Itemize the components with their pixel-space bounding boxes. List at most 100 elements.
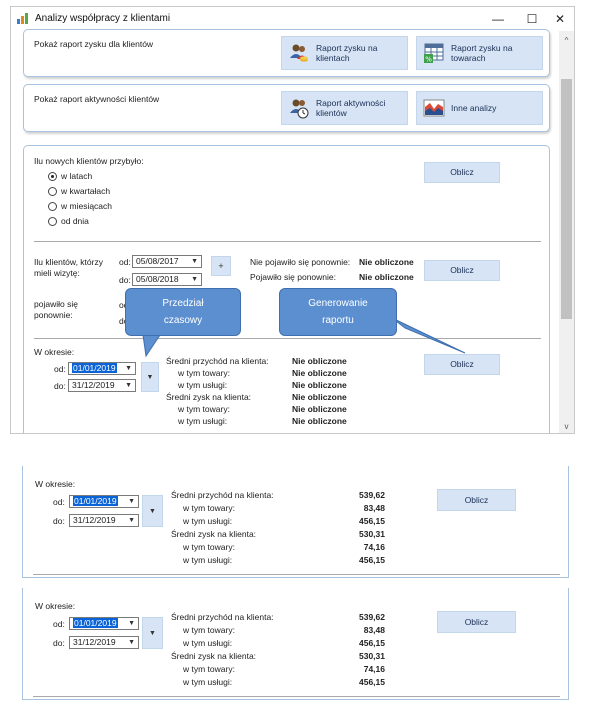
- revenue-services-value: 456,15: [359, 638, 385, 648]
- period-to-label: do:: [54, 381, 66, 391]
- divider: [34, 241, 541, 242]
- radio-years[interactable]: w latach: [48, 171, 92, 181]
- chevron-down-icon: ▼: [125, 382, 132, 389]
- generate-callout: Generowanie raportu: [279, 288, 397, 336]
- chevron-down-icon: ▼: [128, 639, 135, 646]
- other-analyses-label: Inne analizy: [451, 103, 497, 113]
- revenue-services-label: w tym usługi:: [178, 380, 228, 390]
- visits-to-date[interactable]: 05/08/2018 ▼: [132, 273, 202, 286]
- minimize-button[interactable]: —: [481, 8, 515, 30]
- period-dropdown-button[interactable]: ▼: [141, 362, 159, 392]
- radio-years-label: w latach: [61, 171, 93, 181]
- chevron-down-icon: ▼: [191, 258, 198, 265]
- period-to-date[interactable]: 31/12/2019 ▼: [69, 514, 139, 527]
- avg-profit-value: Nie obliczone: [292, 392, 347, 402]
- activity-report-panel: Pokaż raport aktywności klientów Raport …: [23, 84, 550, 132]
- period-to-date[interactable]: 31/12/2019 ▼: [69, 636, 139, 649]
- client-profit-label-2: klientach: [316, 53, 350, 63]
- profit-report-panel: Pokaż raport zysku dla klientów Raport z…: [23, 29, 550, 77]
- appeared-label-1: pojawiło się: [34, 299, 78, 309]
- users-clock-icon: [290, 99, 309, 119]
- app-icon: [17, 13, 28, 24]
- revenue-services-value: Nie obliczone: [292, 380, 347, 390]
- avg-revenue-label: Średni przychód na klienta:: [166, 356, 269, 366]
- other-analyses-button[interactable]: Inne analizy: [416, 91, 543, 125]
- period-from-value: 01/01/2019: [73, 496, 118, 506]
- goods-profit-label-1: Raport zysku na: [451, 43, 513, 53]
- divider: [33, 696, 560, 697]
- range-callout-line-1: Przedział: [162, 298, 204, 309]
- visits-question-2: mieli wizytę:: [34, 268, 80, 278]
- period-to-value: 31/12/2019: [73, 637, 116, 647]
- period-from-date[interactable]: 01/01/2019 ▼: [69, 617, 139, 630]
- radio-circle-icon: [48, 186, 57, 196]
- period-from-label: od:: [53, 497, 65, 507]
- calc-period-button[interactable]: Oblicz: [437, 489, 516, 511]
- returned-value: Nie obliczone: [359, 272, 414, 282]
- client-activity-report-button[interactable]: Raport aktywności klientów: [281, 91, 408, 125]
- period-dropdown-button[interactable]: ▼: [142, 617, 163, 649]
- profit-services-label: w tym usługi:: [183, 555, 233, 565]
- chevron-down-icon: ▼: [128, 517, 135, 524]
- client-profit-label-1: Raport zysku na: [316, 43, 378, 53]
- client-activity-label-2: klientów: [316, 108, 347, 118]
- window-title: Analizy współpracy z klientami: [35, 13, 171, 24]
- chevron-down-icon: ▼: [128, 620, 135, 627]
- range-callout: Przedział czasowy: [125, 288, 241, 336]
- chevron-down-icon: ▼: [146, 374, 154, 381]
- radio-months[interactable]: w miesiącach: [48, 201, 112, 211]
- calc-new-clients-button[interactable]: Oblicz: [424, 162, 500, 183]
- goods-profit-report-button[interactable]: % Raport zysku na towarach: [416, 36, 543, 70]
- app-window: Analizy współpracy z klientami — ☐ ✕ ^ v…: [10, 6, 575, 434]
- calc-period-button[interactable]: Oblicz: [424, 354, 500, 375]
- close-button[interactable]: ✕: [543, 8, 574, 30]
- avg-profit-value: 530,31: [359, 651, 385, 661]
- avg-revenue-value: Nie obliczone: [292, 356, 347, 366]
- visits-to-label: do:: [119, 275, 131, 285]
- visits-question-1: Ilu klientów, którzy: [34, 257, 103, 267]
- period-label: W okresie:: [34, 347, 75, 357]
- radio-from-day[interactable]: od dnia: [48, 216, 89, 226]
- scroll-thumb[interactable]: [561, 79, 572, 319]
- chevron-down-icon: ▼: [125, 365, 132, 372]
- profit-services-label: w tym usługi:: [178, 416, 228, 426]
- avg-revenue-value: 539,62: [359, 490, 385, 500]
- period-from-label: od:: [53, 619, 65, 629]
- revenue-goods-label: w tym towary:: [178, 368, 230, 378]
- divider: [34, 338, 541, 339]
- vertical-scrollbar[interactable]: ^ v: [559, 31, 574, 433]
- generate-callout-line-1: Generowanie: [308, 298, 368, 309]
- period-label: W okresie:: [35, 601, 76, 611]
- revenue-services-label: w tym usługi:: [183, 638, 233, 648]
- visits-add-button[interactable]: +: [211, 256, 231, 276]
- chevron-down-icon: ▼: [149, 630, 156, 637]
- radio-quarters[interactable]: w kwartałach: [48, 186, 110, 196]
- period-label: W okresie:: [35, 479, 76, 489]
- calc-period-button[interactable]: Oblicz: [437, 611, 516, 633]
- avg-revenue-label: Średni przychód na klienta:: [171, 490, 274, 500]
- svg-text:%: %: [425, 56, 432, 64]
- revenue-services-value: 456,15: [359, 516, 385, 526]
- users-coins-icon: [290, 44, 308, 62]
- scroll-up-arrow-icon[interactable]: ^: [559, 33, 574, 48]
- period-from-date[interactable]: 01/01/2019 ▼: [69, 495, 139, 508]
- period-from-value: 01/01/2019: [73, 618, 118, 628]
- chevron-down-icon: ▼: [149, 508, 156, 515]
- period-to-date[interactable]: 31/12/2019 ▼: [68, 379, 136, 392]
- scroll-down-arrow-icon[interactable]: v: [559, 419, 574, 433]
- profit-services-value: 456,15: [359, 677, 385, 687]
- profit-goods-value: 74,16: [363, 664, 385, 674]
- calc-visits-button[interactable]: Oblicz: [424, 260, 500, 281]
- generate-callout-line-2: raportu: [322, 315, 354, 326]
- revenue-goods-label: w tym towary:: [183, 625, 235, 635]
- period-from-label: od:: [54, 364, 66, 374]
- title-bar: Analizy współpracy z klientami — ☐ ✕: [11, 7, 574, 31]
- period-from-date[interactable]: 01/01/2019 ▼: [68, 362, 136, 375]
- visits-from-date[interactable]: 05/08/2017 ▼: [132, 255, 202, 268]
- period-to-value: 31/12/2019: [72, 380, 115, 390]
- avg-revenue-label: Średni przychód na klienta:: [171, 612, 274, 622]
- radio-from-day-label: od dnia: [61, 216, 89, 226]
- client-profit-report-button[interactable]: Raport zysku na klientach: [281, 36, 408, 70]
- profit-goods-label: w tym towary:: [178, 404, 230, 414]
- period-dropdown-button[interactable]: ▼: [142, 495, 163, 527]
